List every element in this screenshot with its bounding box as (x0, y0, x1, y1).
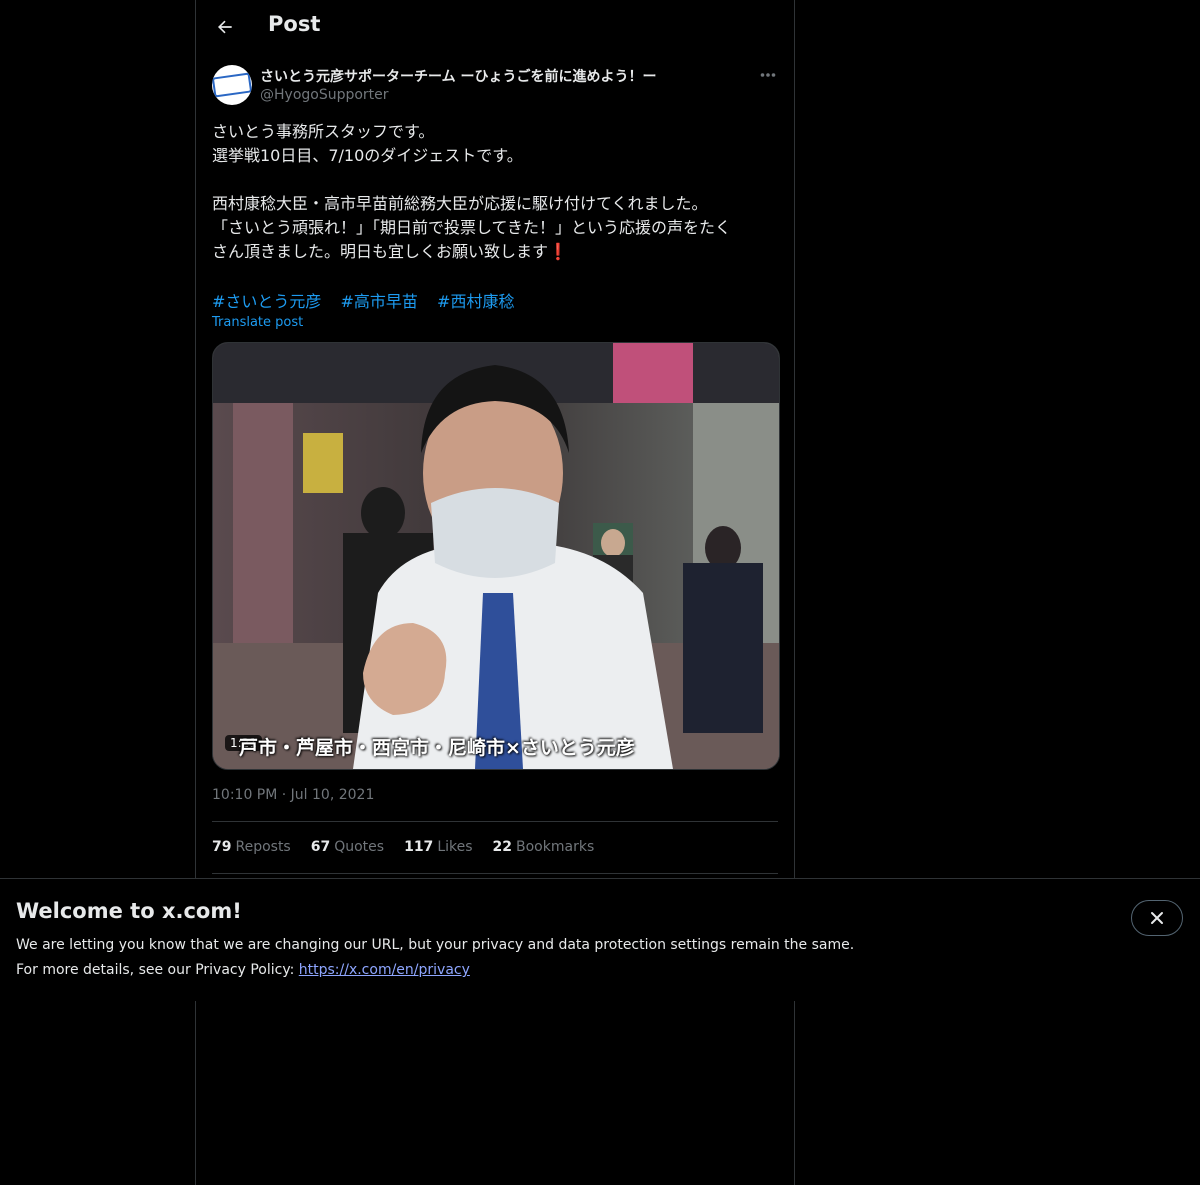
avatar[interactable] (212, 65, 252, 105)
post-text-line: 「さいとう頑張れ！」「期日前で投票してきた！」という応援の声をたく (212, 218, 732, 237)
author-handle[interactable]: @HyogoSupporter (260, 87, 389, 103)
video-thumbnail (213, 343, 779, 769)
page-title: Post (268, 12, 321, 36)
quotes-stat[interactable]: 67 Quotes (311, 839, 384, 855)
bookmarks-stat[interactable]: 22 Bookmarks (493, 839, 595, 855)
post-text-line: さん頂きました。明日も宜しくお願い致します❗ (212, 242, 568, 261)
hashtag-link[interactable]: #西村康稔 (437, 292, 514, 311)
arrow-left-icon (218, 20, 232, 34)
hashtag-link[interactable]: #高市早苗 (341, 292, 418, 311)
post-stats: 79 Reposts 67 Quotes 117 Likes 22 Bookmarks (212, 839, 594, 855)
post-text-line: 西村康稔大臣・高市早苗前総務大臣が応援に駆け付けてくれました。 (212, 194, 708, 213)
banner-privacy-text: For more details, see our Privacy Policy… (16, 962, 470, 978)
post-timestamp[interactable]: 10:10 PM · Jul 10, 2021 (212, 787, 374, 803)
divider (212, 821, 778, 822)
hashtags: #さいとう元彦 #高市早苗 #西村康稔 (212, 288, 528, 312)
video-caption: 戸市・芦屋市・西宮市・尼崎市×さいとう元彦 (239, 737, 635, 759)
close-banner-button[interactable] (1131, 900, 1183, 936)
post-text-line: 選挙戦10日目、7/10のダイジェストです。 (212, 146, 523, 165)
divider (212, 873, 778, 874)
author-display-name[interactable]: さいとう元彦サポーターチーム ーひょうごを前に進めよう！ー (260, 66, 656, 86)
more-dots-icon (760, 73, 776, 77)
banner-message: We are letting you know that we are chan… (16, 937, 855, 953)
more-button[interactable] (756, 66, 780, 84)
avatar-logo (212, 72, 252, 98)
close-icon (1151, 912, 1163, 924)
translate-post-link[interactable]: Translate post (212, 315, 303, 330)
banner-title: Welcome to x.com! (16, 899, 242, 923)
primary-column: Post さいとう元彦サポーターチーム ーひょうごを前に進めよう！ー @Hyog… (195, 0, 795, 1185)
privacy-policy-link[interactable]: https://x.com/en/privacy (299, 962, 470, 978)
page-header: Post (196, 0, 794, 54)
likes-stat[interactable]: 117 Likes (404, 839, 472, 855)
post-text: さいとう事務所スタッフです。 選挙戦10日目、7/10のダイジェストです。 西村… (212, 120, 778, 264)
back-button[interactable] (210, 12, 240, 42)
post-text-line: さいとう事務所スタッフです。 (212, 122, 435, 141)
url-change-banner: Welcome to x.com! We are letting you kno… (0, 878, 1200, 1001)
hashtag-link[interactable]: #さいとう元彦 (212, 292, 321, 311)
reposts-stat[interactable]: 79 Reposts (212, 839, 291, 855)
video-player[interactable]: 1:21 戸市・芦屋市・西宮市・尼崎市×さいとう元彦 (212, 342, 780, 770)
